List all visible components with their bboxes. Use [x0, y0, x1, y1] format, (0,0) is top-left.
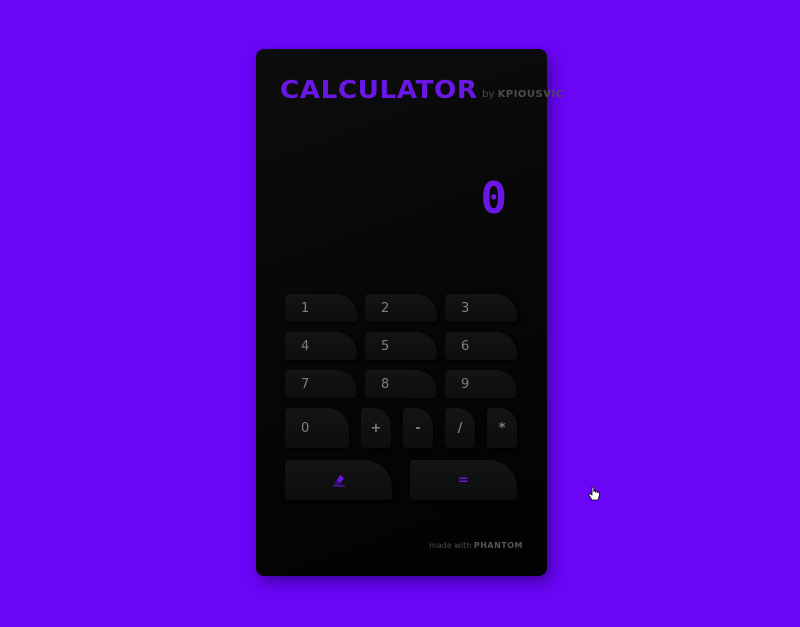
key-7[interactable]: 7: [285, 370, 357, 398]
display-value: 0: [480, 173, 508, 224]
brand-name: PHANTOM: [473, 541, 523, 550]
by-label: by: [482, 89, 495, 100]
key-multiply[interactable]: *: [487, 408, 517, 448]
byline: by KPIOUSVIC: [482, 90, 563, 102]
key-divide[interactable]: /: [445, 408, 475, 448]
key-2[interactable]: 2: [365, 294, 437, 322]
equals-button[interactable]: =: [410, 460, 517, 500]
key-minus[interactable]: -: [403, 408, 433, 448]
key-0[interactable]: 0: [285, 408, 349, 448]
key-plus[interactable]: +: [361, 408, 391, 448]
key-1[interactable]: 1: [285, 294, 357, 322]
author-name: KPIOUSVIC: [497, 89, 564, 100]
hand-cursor-icon: [587, 486, 600, 501]
key-5[interactable]: 5: [365, 332, 437, 360]
eraser-icon: [332, 475, 345, 487]
app-title: CALCULATOR: [280, 75, 478, 104]
key-4[interactable]: 4: [285, 332, 357, 360]
made-with-label: made with: [429, 541, 472, 550]
calculator-card: CALCULATOR by KPIOUSVIC 0 1 2 3 4 5 6 7 …: [256, 49, 563, 576]
footer-credit: made with PHANTOM: [429, 541, 523, 550]
key-9[interactable]: 9: [445, 370, 517, 398]
key-8[interactable]: 8: [365, 370, 437, 398]
clear-button[interactable]: [285, 460, 392, 500]
key-6[interactable]: 6: [445, 332, 517, 360]
key-3[interactable]: 3: [445, 294, 517, 322]
header: CALCULATOR by KPIOUSVIC: [280, 77, 564, 102]
